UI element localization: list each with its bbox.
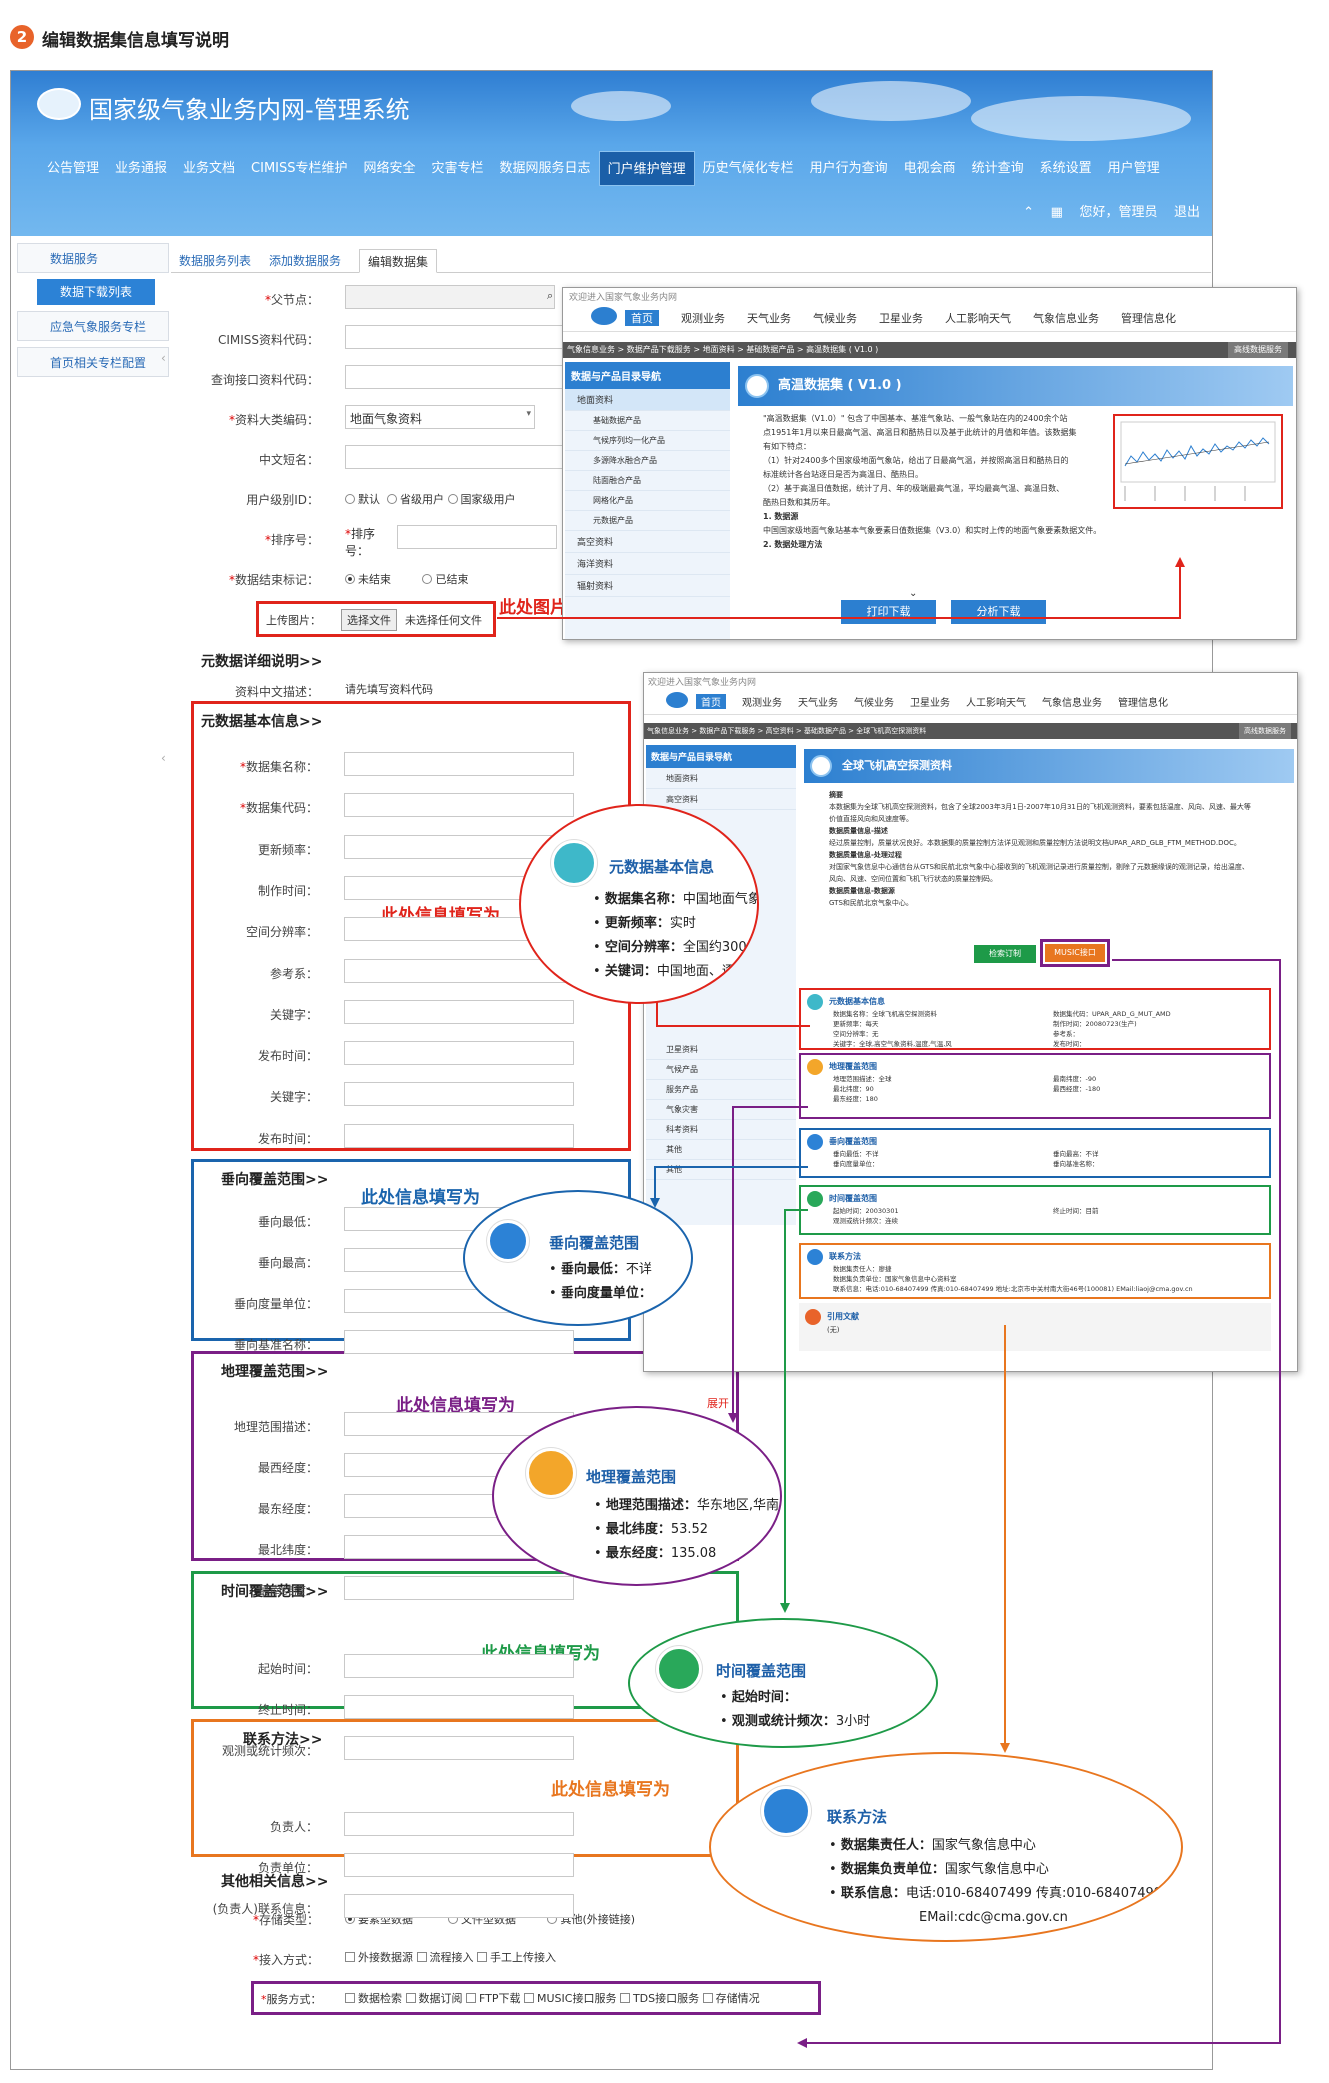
bar-chart-icon [551,840,597,886]
clock-icon [656,1646,702,1692]
callout-title: 联系方法 [827,1808,888,1826]
callout-lines: • 起始时间： • 观测或统计频次：3小时 [720,1690,871,1729]
callout-title: 元数据基本信息 [609,858,715,876]
callout-lines: • 垂向最低：不详 • 垂向度量单位： [549,1262,652,1301]
meta-callout: 元数据基本信息 • 数据集名称：中国地面气象 • 更新频率：实时 • 空间分辨率… [519,804,759,1004]
contact-callout: 联系方法 • 数据集责任人：国家气象信息中心 • 数据集负责单位：国家气象信息中… [709,1752,1183,1942]
geo-callout: 地理覆盖范围 • 地理范围描述：华东地区,华南 • 最北纬度：53.52 • 最… [492,1406,782,1586]
time-callout: 时间覆盖范围 • 起始时间： • 观测或统计频次：3小时 [628,1618,938,1748]
callout-lines: • 数据集责任人：国家气象信息中心 • 数据集负责单位：国家气象信息中心 • 联… [829,1838,1163,1925]
vert-callout: 垂向覆盖范围 • 垂向最低：不详 • 垂向度量单位： [463,1190,693,1326]
callout-title: 地理覆盖范围 [586,1468,677,1486]
target-icon [487,1220,529,1262]
callout-lines: • 地理范围描述：华东地区,华南 • 最北纬度：53.52 • 最东经度：135… [594,1498,779,1561]
chat-bubble-icon [761,1786,811,1836]
pie-chart-icon [526,1448,576,1498]
connector-lines [497,557,1281,2048]
callout-lines: • 数据集名称：中国地面气象 • 更新频率：实时 • 空间分辨率：全国约3000… [593,892,759,979]
callout-title: 垂向覆盖范围 [549,1234,640,1252]
callout-title: 时间覆盖范围 [716,1662,807,1680]
